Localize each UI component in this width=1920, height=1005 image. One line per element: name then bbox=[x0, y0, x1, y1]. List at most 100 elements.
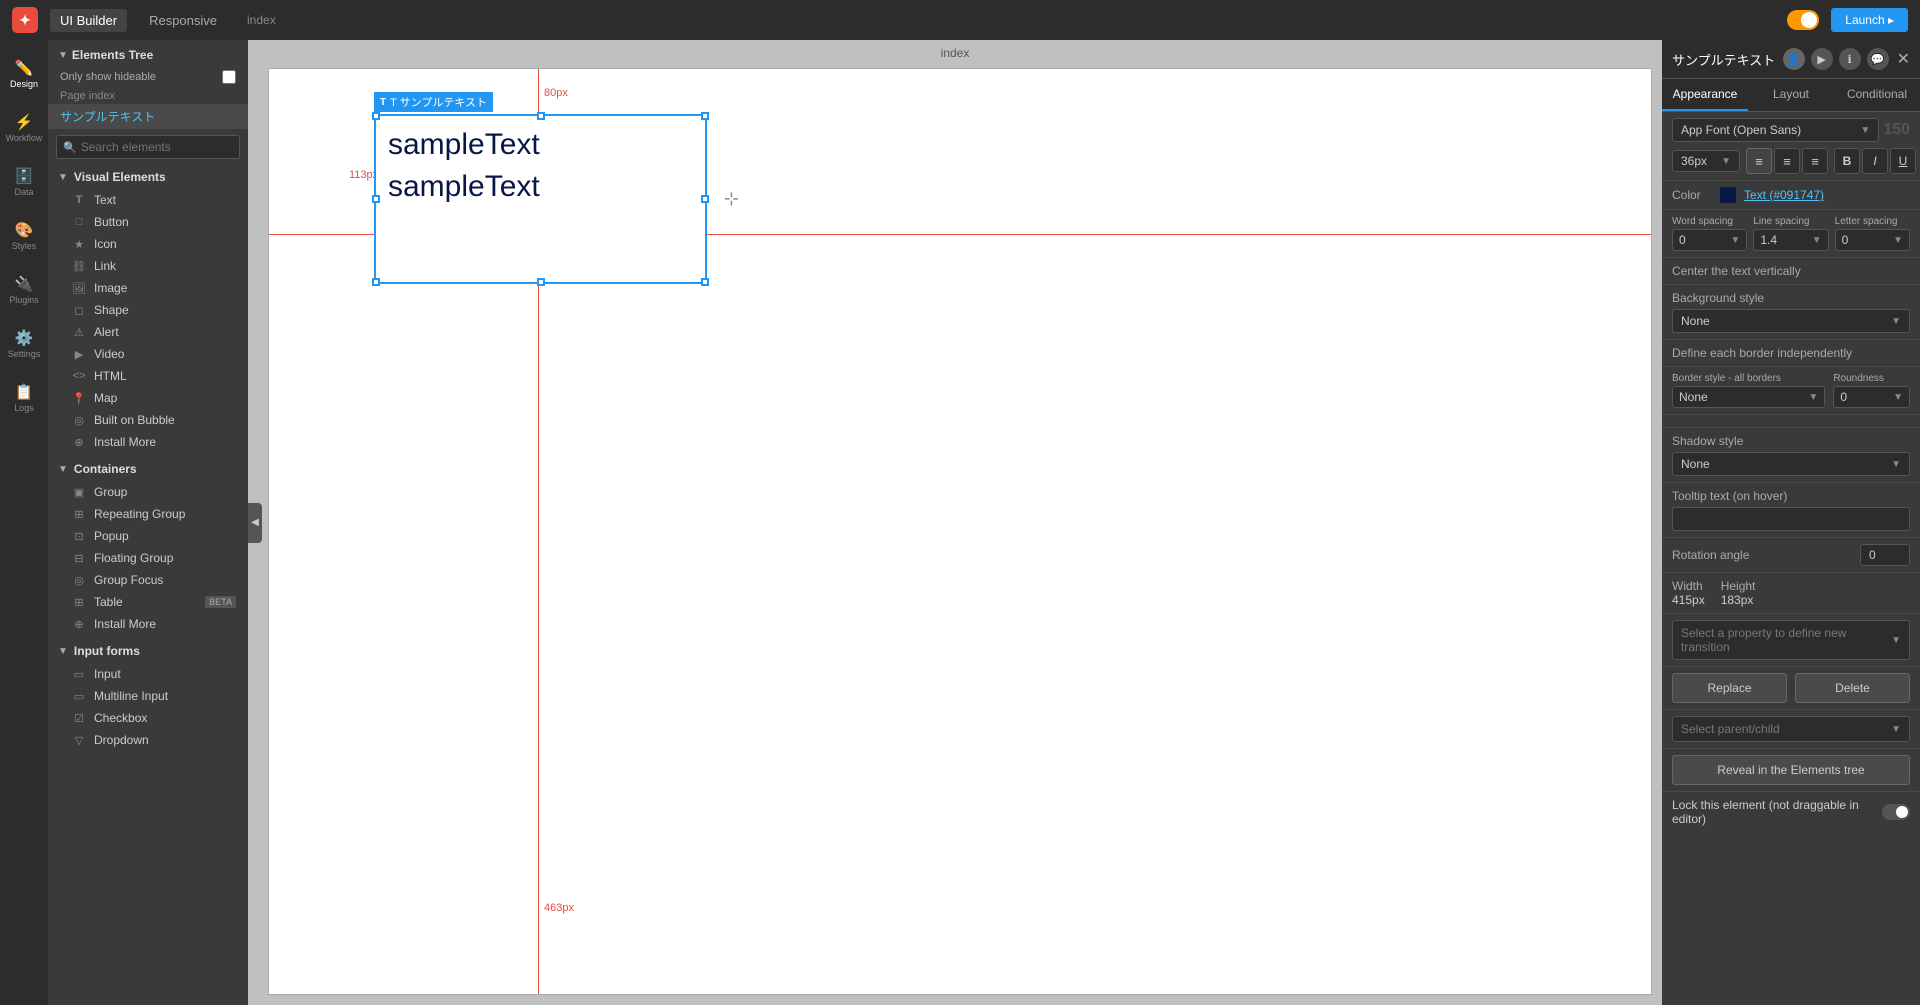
move-icon[interactable]: ⊹ bbox=[724, 189, 739, 210]
text-content: sampleText sampleText bbox=[376, 116, 705, 216]
sidebar-item-shape[interactable]: ◻ Shape bbox=[48, 299, 248, 321]
sidebar-item-button[interactable]: □ Button bbox=[48, 211, 248, 233]
bold-button[interactable]: B bbox=[1834, 148, 1860, 174]
shadow-style-control[interactable]: None ▼ bbox=[1672, 452, 1910, 476]
nav-design[interactable]: ✏️ Design bbox=[3, 48, 45, 100]
tab-responsive[interactable]: Responsive bbox=[139, 9, 227, 32]
roundness-label: Roundness bbox=[1833, 373, 1910, 384]
sidebar-item-image[interactable]: 🖼 Image bbox=[48, 277, 248, 299]
border-style-label: Border style - all borders bbox=[1672, 373, 1825, 384]
color-label: Color bbox=[1672, 188, 1712, 202]
input-forms-header[interactable]: ▼ Input forms bbox=[48, 639, 248, 663]
letter-spacing-control[interactable]: 0 ▼ bbox=[1835, 229, 1910, 251]
rotation-input[interactable]: 0 bbox=[1860, 544, 1910, 566]
transition-select[interactable]: Select a property to define new transiti… bbox=[1672, 620, 1910, 660]
reveal-button[interactable]: Reveal in the Elements tree bbox=[1672, 755, 1910, 785]
tab-ui-builder[interactable]: UI Builder bbox=[50, 9, 127, 32]
handle-bc[interactable] bbox=[537, 278, 545, 286]
elements-tree-header: ▼ Elements Tree bbox=[48, 40, 248, 66]
nav-data[interactable]: 🗄️ Data bbox=[3, 156, 45, 208]
sidebar-item-floating-group[interactable]: ⊟ Floating Group bbox=[48, 547, 248, 569]
handle-tc[interactable] bbox=[537, 112, 545, 120]
font-size-control[interactable]: 36px ▼ bbox=[1672, 150, 1740, 172]
panel-title: サンプルテキスト bbox=[1672, 50, 1777, 69]
line-spacing-label: Line spacing bbox=[1753, 216, 1828, 227]
delete-button[interactable]: Delete bbox=[1795, 673, 1910, 703]
sidebar-item-icon[interactable]: ★ Icon bbox=[48, 233, 248, 255]
handle-tl[interactable] bbox=[372, 112, 380, 120]
letter-spacing-label: Letter spacing bbox=[1835, 216, 1910, 227]
sidebar-item-link[interactable]: ⛓ Link bbox=[48, 255, 248, 277]
chat-icon[interactable]: 💬 bbox=[1867, 48, 1889, 70]
sidebar-item-install-more-visual[interactable]: ⊕ Install More bbox=[48, 431, 248, 453]
sidebar-item-group[interactable]: ▣ Group bbox=[48, 481, 248, 503]
tab-conditional[interactable]: Conditional bbox=[1834, 79, 1920, 111]
sidebar-item-video[interactable]: ▶ Video bbox=[48, 343, 248, 365]
tooltip-input[interactable] bbox=[1672, 507, 1910, 531]
search-input[interactable] bbox=[81, 140, 236, 154]
info-icon[interactable]: ℹ bbox=[1839, 48, 1861, 70]
nav-logs[interactable]: 📋 Logs bbox=[3, 372, 45, 424]
height-label: Height bbox=[1721, 579, 1756, 593]
tab-layout[interactable]: Layout bbox=[1748, 79, 1834, 111]
bg-style-control[interactable]: None ▼ bbox=[1672, 309, 1910, 333]
only-show-hideable-checkbox[interactable] bbox=[222, 70, 236, 84]
font-name-control[interactable]: App Font (Open Sans) ▼ bbox=[1672, 118, 1879, 142]
sidebar-item-checkbox[interactable]: ☑ Checkbox bbox=[48, 707, 248, 729]
visual-elements-header[interactable]: ▼ Visual Elements bbox=[48, 165, 248, 189]
font-size-number: 150 bbox=[1883, 121, 1910, 139]
launch-button[interactable]: Launch ▸ bbox=[1831, 8, 1908, 32]
sidebar-item-table[interactable]: ⊞ Table BETA bbox=[48, 591, 248, 613]
collapse-sidebar-btn[interactable]: ◀ bbox=[248, 503, 262, 543]
sidebar-item-alert[interactable]: ⚠ Alert bbox=[48, 321, 248, 343]
sidebar-item-multiline-input[interactable]: ▭ Multiline Input bbox=[48, 685, 248, 707]
nav-styles[interactable]: 🎨 Styles bbox=[3, 210, 45, 262]
sidebar-item-popup[interactable]: ⊡ Popup bbox=[48, 525, 248, 547]
handle-bl[interactable] bbox=[372, 278, 380, 286]
underline-button[interactable]: U bbox=[1890, 148, 1916, 174]
italic-button[interactable]: I bbox=[1862, 148, 1888, 174]
sidebar-item-built-on-bubble[interactable]: ◎ Built on Bubble bbox=[48, 409, 248, 431]
sidebar-item-text[interactable]: T Text bbox=[48, 189, 248, 211]
align-left-button[interactable]: ≡ bbox=[1746, 148, 1772, 174]
font-name-row: App Font (Open Sans) ▼ 150 bbox=[1672, 118, 1910, 142]
app-logo: ✦ bbox=[12, 7, 38, 33]
handle-br[interactable] bbox=[701, 278, 709, 286]
color-value[interactable]: Text (#091747) bbox=[1744, 188, 1824, 202]
nav-workflow[interactable]: ⚡ Workflow bbox=[3, 102, 45, 154]
lock-label: Lock this element (not draggable in edit… bbox=[1672, 798, 1874, 826]
parent-child-select[interactable]: Select parent/child ▼ bbox=[1672, 716, 1910, 742]
sidebar-item-group-focus[interactable]: ◎ Group Focus bbox=[48, 569, 248, 591]
color-swatch[interactable] bbox=[1720, 187, 1736, 203]
sidebar-item-install-more-containers[interactable]: ⊕ Install More bbox=[48, 613, 248, 635]
page-item-sample[interactable]: サンプルテキスト bbox=[48, 104, 248, 129]
replace-button[interactable]: Replace bbox=[1672, 673, 1787, 703]
tab-appearance[interactable]: Appearance bbox=[1662, 79, 1748, 111]
line-spacing-control[interactable]: 1.4 ▼ bbox=[1753, 229, 1828, 251]
roundness-control[interactable]: 0 ▼ bbox=[1833, 386, 1910, 408]
preview-toggle[interactable] bbox=[1787, 10, 1819, 30]
handle-ml[interactable] bbox=[372, 195, 380, 203]
nav-settings[interactable]: ⚙️ Settings bbox=[3, 318, 45, 370]
play-icon[interactable]: ▶ bbox=[1811, 48, 1833, 70]
handle-tr[interactable] bbox=[701, 112, 709, 120]
sidebar-item-repeating-group[interactable]: ⊞ Repeating Group bbox=[48, 503, 248, 525]
align-right-button[interactable]: ≡ bbox=[1802, 148, 1828, 174]
word-spacing-control[interactable]: 0 ▼ bbox=[1672, 229, 1747, 251]
text-element-box[interactable]: sampleText sampleText bbox=[374, 114, 707, 284]
avatar-icon[interactable]: 👤 bbox=[1783, 48, 1805, 70]
sidebar-item-html[interactable]: <> HTML bbox=[48, 365, 248, 387]
close-icon[interactable]: ✕ bbox=[1897, 49, 1910, 69]
border-style-control[interactable]: None ▼ bbox=[1672, 386, 1825, 408]
lock-toggle[interactable] bbox=[1882, 804, 1910, 820]
handle-mr[interactable] bbox=[701, 195, 709, 203]
sidebar-item-map[interactable]: 📍 Map bbox=[48, 387, 248, 409]
sidebar-item-dropdown[interactable]: ▽ Dropdown bbox=[48, 729, 248, 751]
sidebar-item-input[interactable]: ▭ Input bbox=[48, 663, 248, 685]
nav-plugins[interactable]: 🔌 Plugins bbox=[3, 264, 45, 316]
text-element-wrapper[interactable]: T T サンプルテキスト sampleText sampleText bbox=[374, 114, 707, 284]
white-page: 80px 113px 463px T T サンプルテキスト sampleText… bbox=[268, 68, 1652, 995]
align-center-button[interactable]: ≡ bbox=[1774, 148, 1800, 174]
define-border-label: Define each border independently bbox=[1672, 346, 1910, 360]
containers-header[interactable]: ▼ Containers bbox=[48, 457, 248, 481]
